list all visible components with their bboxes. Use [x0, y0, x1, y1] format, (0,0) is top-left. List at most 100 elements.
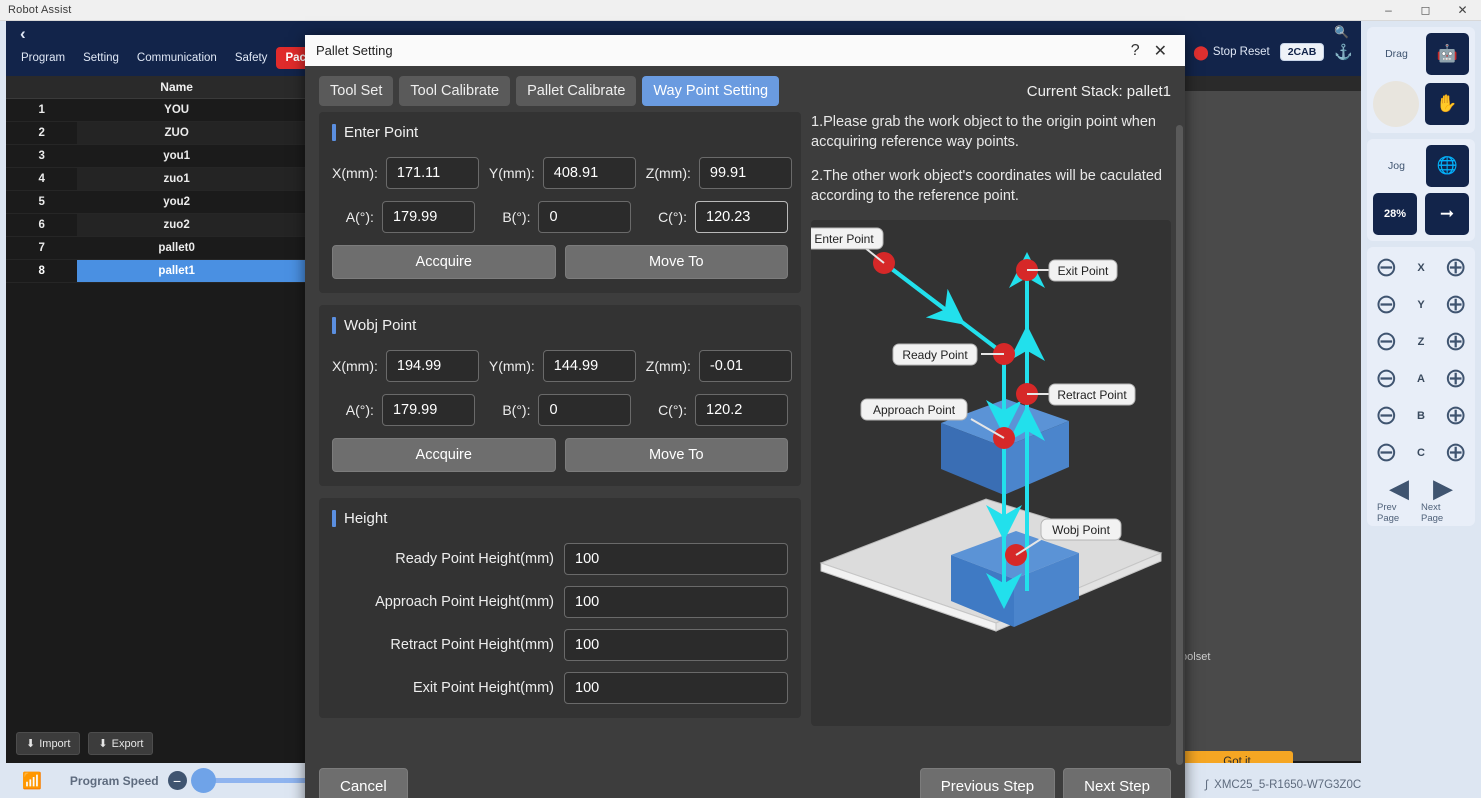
enter-b-input[interactable] [538, 201, 632, 233]
axis-row-z: ⊖ Z ⊕ [1371, 323, 1471, 360]
row-name: YOU [77, 98, 276, 122]
enter-z-input[interactable] [698, 157, 792, 189]
approach-point-height-input[interactable] [564, 586, 788, 618]
jog-card: Jog 🌐 28% ➞ [1367, 139, 1475, 241]
accent-bar [332, 317, 336, 334]
axis-row-a: ⊖ A ⊕ [1371, 360, 1471, 397]
wobj-b-input[interactable] [538, 394, 632, 426]
wobj-move-to-button[interactable]: Move To [564, 438, 788, 472]
next-page-button[interactable]: ▶ Next Page [1421, 475, 1465, 524]
jog-fast-icon[interactable]: ➞ [1425, 193, 1469, 235]
jog-label: Jog [1388, 160, 1405, 172]
row-name: zuo2 [77, 213, 276, 237]
nav-stop-reset[interactable]: ⬤ Stop Reset [1193, 44, 1270, 61]
tab-pallet-calibrate[interactable]: Pallet Calibrate [516, 76, 637, 106]
tab-tool-set[interactable]: Tool Set [319, 76, 394, 106]
nav-item-communication[interactable]: Communication [128, 47, 226, 69]
program-speed-slider[interactable] [190, 768, 311, 793]
chevron-left-icon: ◀ [1389, 473, 1409, 503]
axis-c-plus-icon[interactable]: ⊕ [1444, 439, 1467, 466]
wobj-acquire-button[interactable]: Accquire [332, 438, 556, 472]
row-name: zuo1 [77, 167, 276, 191]
row-index: 2 [6, 121, 78, 145]
tab-tool-calibrate[interactable]: Tool Calibrate [399, 76, 511, 106]
wobj-c-input[interactable] [695, 394, 788, 426]
dialog-scrollbar[interactable] [1176, 125, 1183, 765]
nav-item-setting[interactable]: Setting [74, 47, 128, 69]
wobj-y-input[interactable] [542, 350, 636, 382]
height-group: Height Ready Point Height(mm) Approach P… [319, 498, 801, 718]
ready-point-height-input[interactable] [564, 543, 788, 575]
import-button[interactable]: ⬇ Import [16, 732, 81, 755]
robot-status-icon[interactable]: ⚓ [1334, 43, 1353, 61]
window-controls: – ◻ ✕ [1370, 0, 1481, 20]
axis-b-plus-icon[interactable]: ⊕ [1444, 402, 1467, 429]
minimize-button[interactable]: – [1370, 0, 1407, 20]
axis-y-minus-icon[interactable]: ⊖ [1375, 291, 1398, 318]
enter-move-to-button[interactable]: Move To [564, 245, 788, 279]
next-page-label: Next Page [1421, 502, 1444, 524]
robot-model-info: ∫ XMC25_5-R1650-W7G3Z0C [1205, 779, 1361, 791]
export-button[interactable]: ⬇ Export [88, 732, 154, 755]
axis-b-minus-icon[interactable]: ⊖ [1375, 402, 1398, 429]
exit-point-height-row: Exit Point Height(mm) [332, 672, 788, 704]
axis-b-label: B [1417, 409, 1425, 422]
axis-z-minus-icon[interactable]: ⊖ [1375, 328, 1398, 355]
tab-way-point-setting[interactable]: Way Point Setting [642, 76, 780, 106]
pallet-setting-dialog: Pallet Setting ? ✕ Tool Set Tool Calibra… [305, 35, 1185, 798]
axis-x-plus-icon[interactable]: ⊕ [1444, 254, 1467, 281]
wobj-point-group: Wobj Point X(mm): Y(mm): Z(mm): A(°): [319, 305, 801, 486]
status-badge-2cab[interactable]: 2CAB [1279, 43, 1325, 61]
waypoint-diagram: Enter Point Exit Point Ready Point Retra… [811, 220, 1171, 726]
label-ready-point: Ready Point [892, 343, 978, 366]
maximize-button[interactable]: ◻ [1407, 0, 1444, 20]
help-icon[interactable]: ? [1131, 42, 1140, 60]
row-index: 5 [6, 190, 78, 214]
app-window: ‹ 🔍 Program Setting Communication Safety… [0, 21, 1481, 798]
wobj-z-label: Z(mm): [645, 358, 691, 374]
axis-y-plus-icon[interactable]: ⊕ [1444, 291, 1467, 318]
globe-icon[interactable]: 🌐 [1425, 145, 1469, 187]
search-icon[interactable]: 🔍 [1334, 25, 1349, 39]
enter-a-label: A(°): [345, 209, 374, 225]
enter-c-input[interactable] [695, 201, 788, 233]
nav-item-safety[interactable]: Safety [226, 47, 277, 69]
axis-x-minus-icon[interactable]: ⊖ [1375, 254, 1398, 281]
nav-item-program[interactable]: Program [12, 47, 74, 69]
back-icon[interactable]: ‹ [20, 24, 26, 44]
speed-decrease-button[interactable]: − [167, 771, 187, 790]
wobj-x-input[interactable] [385, 350, 479, 382]
cancel-button[interactable]: Cancel [319, 767, 408, 798]
axis-a-plus-icon[interactable]: ⊕ [1444, 365, 1467, 392]
enter-c-label: C(°): [658, 209, 687, 225]
exit-point-height-input[interactable] [564, 672, 788, 704]
enter-acquire-button[interactable]: Accquire [332, 245, 556, 279]
slider-knob[interactable] [190, 768, 216, 793]
next-step-button[interactable]: Next Step [1063, 767, 1171, 798]
height-title: Height [344, 510, 388, 527]
axis-row-b: ⊖ B ⊕ [1371, 397, 1471, 434]
wobj-z-input[interactable] [698, 350, 792, 382]
close-window-button[interactable]: ✕ [1444, 0, 1481, 20]
axis-c-minus-icon[interactable]: ⊖ [1375, 439, 1398, 466]
accent-bar [332, 510, 336, 527]
axis-z-label: Z [1417, 335, 1425, 348]
wobj-point-title-row: Wobj Point [332, 317, 788, 334]
drag-row-2: ✋ [1373, 81, 1469, 127]
previous-step-button[interactable]: Previous Step [919, 767, 1056, 798]
enter-x-input[interactable] [385, 157, 479, 189]
enter-y-input[interactable] [542, 157, 636, 189]
wifi-icon[interactable]: 📶 [22, 771, 42, 791]
axis-a-minus-icon[interactable]: ⊖ [1375, 365, 1398, 392]
label-wobj-point: Wobj Point [1040, 518, 1122, 541]
prev-page-button[interactable]: ◀ Prev Page [1377, 475, 1421, 524]
enter-a-input[interactable] [381, 201, 475, 233]
jog-speed-value[interactable]: 28% [1373, 193, 1417, 235]
close-icon[interactable]: ✕ [1154, 41, 1167, 61]
add-hand-icon[interactable]: ✋ [1425, 83, 1469, 125]
robot-arm-icon[interactable]: 🤖 [1425, 33, 1469, 75]
retract-point-height-input[interactable] [564, 629, 788, 661]
axis-z-plus-icon[interactable]: ⊕ [1444, 328, 1467, 355]
wobj-a-input[interactable] [381, 394, 475, 426]
wobj-point-title: Wobj Point [344, 317, 417, 334]
